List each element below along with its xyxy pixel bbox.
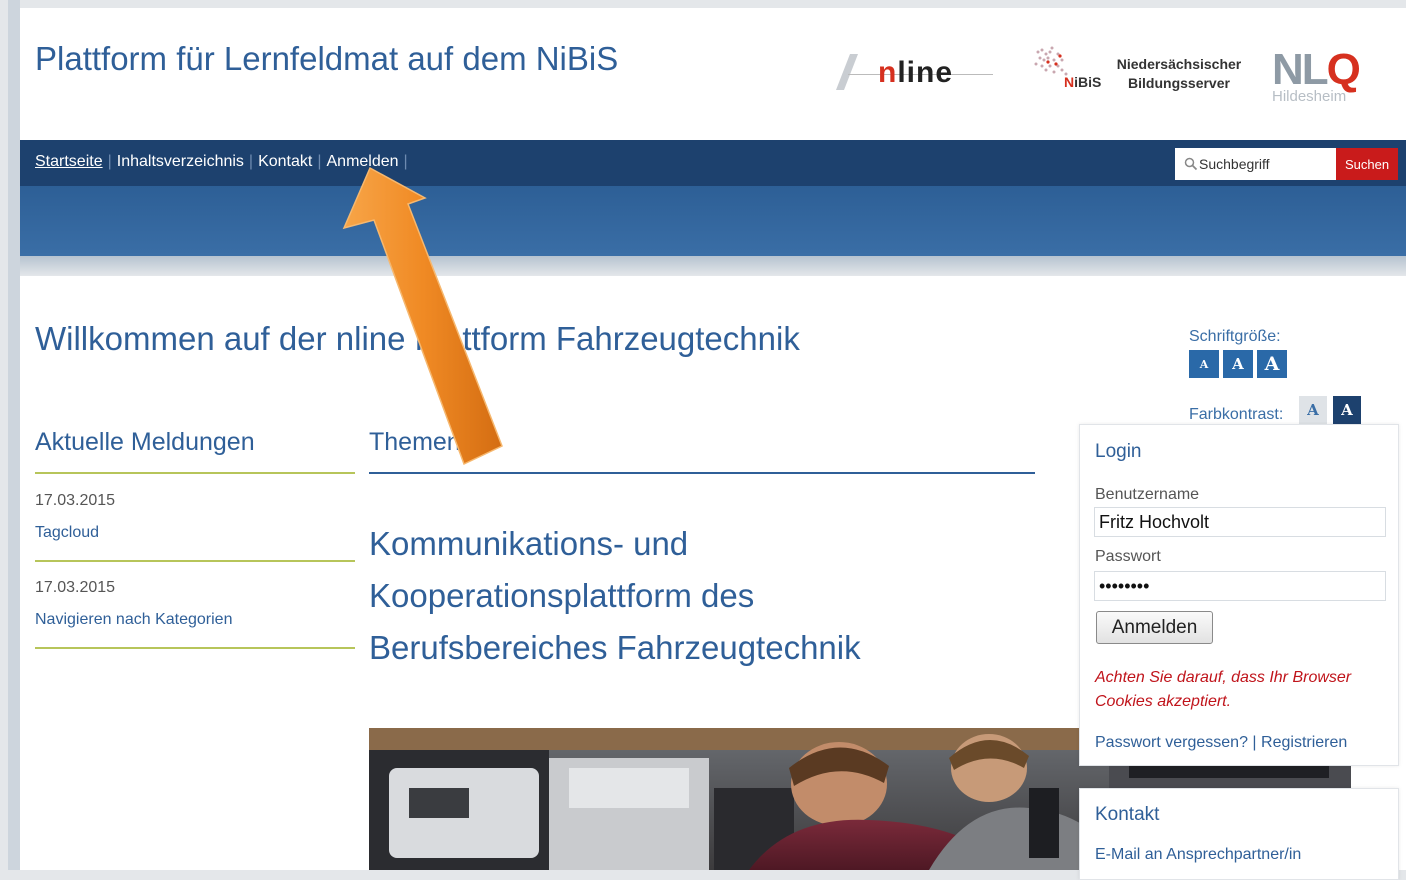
username-field[interactable] — [1094, 507, 1386, 537]
username-label: Benutzername — [1095, 486, 1200, 503]
contrast-high-button[interactable]: A — [1333, 396, 1361, 424]
news-link-kategorien[interactable]: Navigieren nach Kategorien — [35, 611, 232, 629]
welcome-heading: Willkommen auf der nline Plattform Fahrz… — [35, 320, 800, 357]
contact-panel — [1079, 788, 1399, 880]
forgot-password-link[interactable]: Passwort vergessen? — [1095, 734, 1248, 751]
themes-intro-line1: Kommunikations- und — [369, 525, 689, 562]
themes-heading: Themen — [369, 428, 461, 456]
nav-separator: | — [317, 153, 322, 170]
news-divider — [35, 560, 355, 562]
nav-separator: | — [248, 153, 254, 170]
nds-line1: Niedersächsischer — [1116, 56, 1242, 72]
search-icon — [1184, 157, 1198, 171]
nibis-wordmark: NiBiS — [1064, 74, 1101, 90]
news-date: 17.03.2015 — [35, 492, 116, 509]
nav-links: Startseite | Inhaltsverzeichnis | Kontakt | An… — [35, 153, 413, 171]
themes-intro-line2: Kooperationsplattform des — [369, 577, 755, 614]
nav-item-anmelden[interactable]: Anmelden — [327, 153, 399, 170]
nlq-wordmark: NLQ — [1272, 45, 1361, 94]
news-date: 17.03.2015 — [35, 579, 116, 596]
nline-wordmark-rest: line — [897, 56, 954, 89]
nav-item-kontakt[interactable]: Kontakt — [258, 153, 312, 170]
login-submit-button[interactable]: Anmelden — [1096, 611, 1213, 644]
login-links: Passwort vergessen? | Registrieren — [1095, 734, 1347, 752]
font-size-large-button[interactable]: A — [1257, 350, 1287, 378]
font-size-label: Schriftgröße: — [1189, 328, 1281, 345]
top-band — [0, 0, 1406, 8]
nibis-wordmark-n: N — [1064, 74, 1075, 90]
search-button[interactable]: Suchen — [1336, 148, 1398, 180]
contact-email-link[interactable]: E-Mail an Ansprechpartner/in — [1095, 846, 1301, 864]
news-heading: Aktuelle Meldungen — [35, 428, 255, 456]
left-rail — [0, 0, 8, 870]
news-link-tagcloud[interactable]: Tagcloud — [35, 524, 99, 542]
nlq-logo[interactable]: NLQ Hildesheim — [1272, 45, 1362, 106]
nibis-wordmark-rest: iBiS — [1074, 74, 1102, 90]
nline-logo[interactable]: nline — [818, 52, 998, 92]
password-field[interactable] — [1094, 571, 1386, 601]
nline-slash-icon — [836, 54, 858, 90]
bildungsserver-logo-text[interactable]: Niedersächsischer Bildungsserver — [1112, 55, 1246, 93]
main-navbar: Startseite | Inhaltsverzeichnis | Kontakt | An… — [20, 140, 1406, 186]
header-banner — [20, 186, 1406, 256]
password-label: Passwort — [1095, 548, 1161, 565]
font-size-medium-button[interactable]: A — [1223, 350, 1253, 378]
news-divider — [35, 472, 355, 474]
search-input[interactable] — [1199, 153, 1329, 175]
nav-item-inhaltsverzeichnis[interactable]: Inhaltsverzeichnis — [117, 153, 244, 170]
nav-item-startseite[interactable]: Startseite — [35, 153, 103, 170]
contrast-normal-button[interactable]: A — [1299, 396, 1327, 424]
site-title: Plattform für Lernfeldmat auf dem NiBiS — [35, 40, 619, 77]
themes-intro-line3: Berufsbereiches Fahrzeugtechnik — [369, 629, 861, 666]
nav-separator: | — [403, 153, 408, 170]
nibis-logo[interactable]: NiBiS — [1028, 44, 1108, 94]
news-divider — [35, 647, 355, 649]
cookie-notice: Achten Sie darauf, dass Ihr Browser Cook… — [1095, 669, 1352, 710]
login-title: Login — [1095, 441, 1142, 462]
font-size-small-button[interactable]: A — [1189, 350, 1219, 378]
nline-wordmark: nline — [878, 56, 954, 89]
register-link[interactable]: Registrieren — [1261, 734, 1347, 751]
left-rail-inner — [8, 0, 20, 870]
nav-separator: | — [107, 153, 112, 170]
search-box — [1175, 148, 1337, 180]
themes-intro: Kommunikations- und Kooperationsplattfor… — [369, 518, 929, 674]
contrast-label: Farbkontrast: — [1189, 406, 1284, 423]
banner-shadow — [20, 256, 1406, 276]
themes-divider — [369, 472, 1035, 474]
login-links-separator: | — [1252, 734, 1257, 751]
contact-title: Kontakt — [1095, 804, 1160, 825]
nds-line2: Bildungsserver — [1128, 75, 1230, 91]
